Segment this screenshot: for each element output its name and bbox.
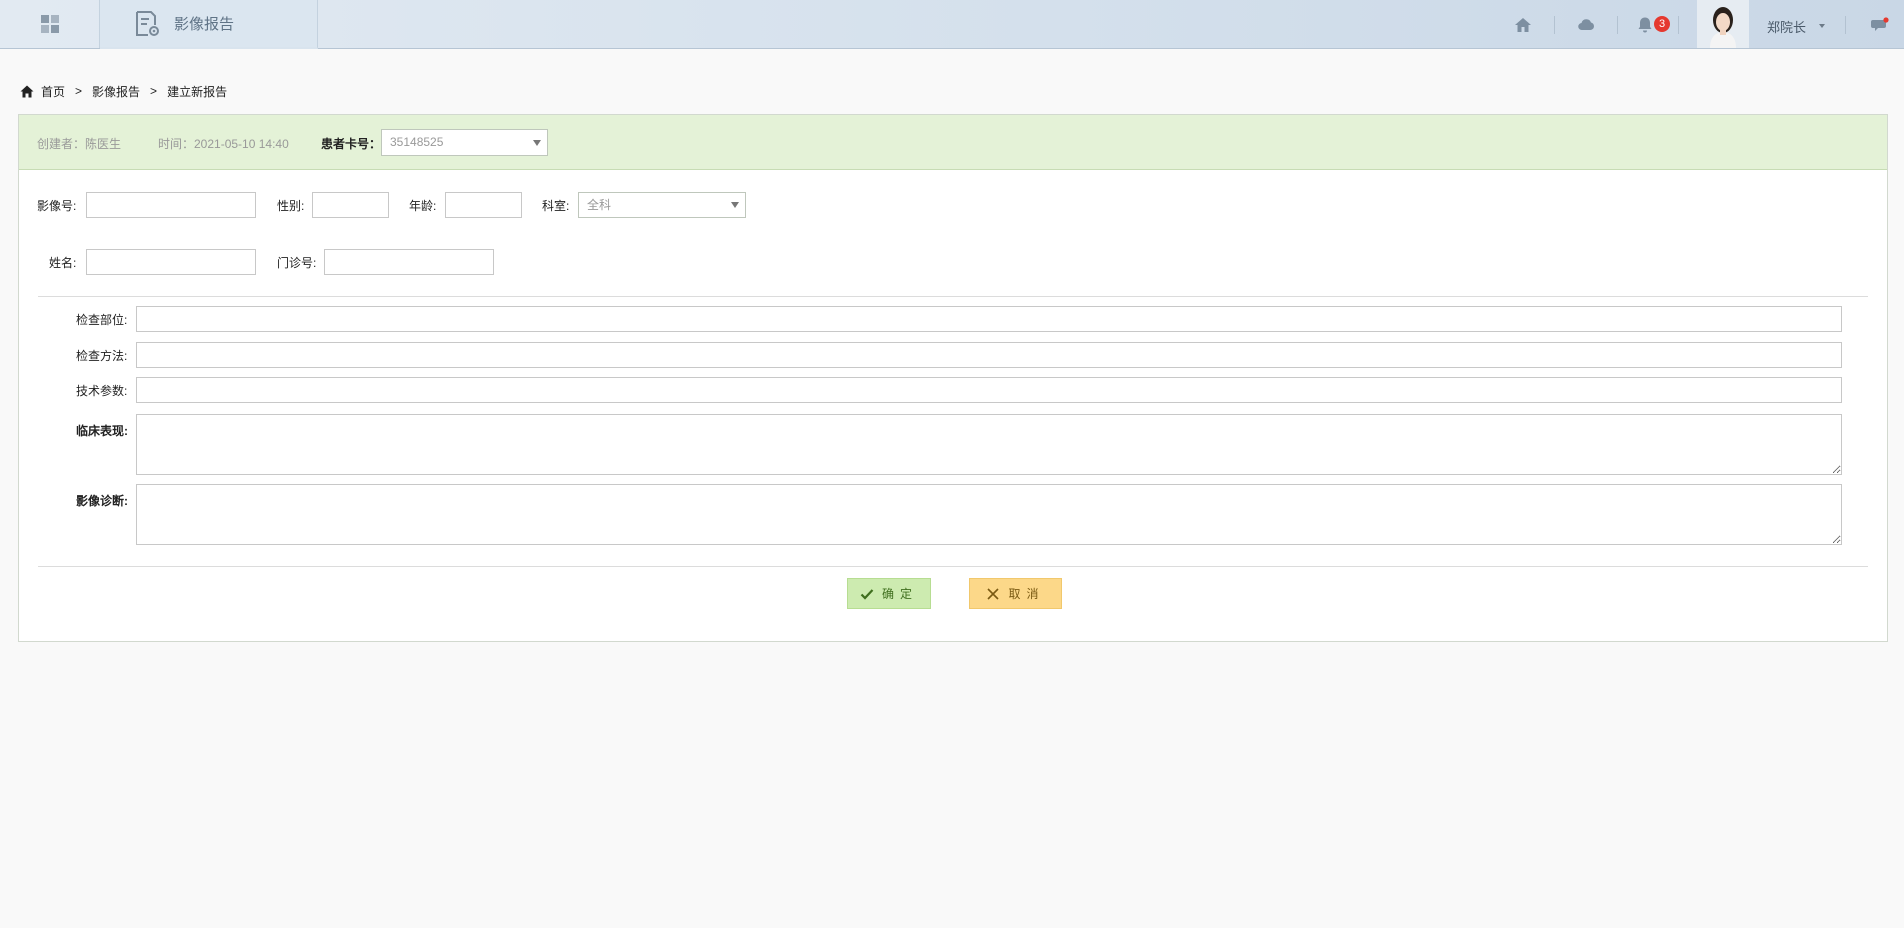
chevron-down-icon bbox=[533, 140, 541, 146]
gender-input[interactable] bbox=[312, 192, 389, 218]
department-value: 全科 bbox=[587, 198, 612, 212]
report-settings-icon bbox=[136, 10, 159, 36]
divider bbox=[38, 296, 1868, 297]
cloud-icon[interactable] bbox=[1575, 14, 1597, 36]
patient-card-label: 患者卡号： bbox=[321, 137, 382, 151]
image-diagnosis-textarea[interactable] bbox=[136, 484, 1842, 545]
breadcrumb: 首页 > 影像报告 > 建立新报告 bbox=[20, 83, 227, 99]
clinical-findings-textarea[interactable] bbox=[136, 414, 1842, 475]
confirm-button[interactable]: 确定 bbox=[847, 578, 931, 609]
avatar[interactable] bbox=[1697, 0, 1749, 48]
breadcrumb-separator: > bbox=[150, 84, 158, 98]
chevron-down-icon[interactable] bbox=[1819, 24, 1825, 28]
top-bar: 影像报告 3 郑院长 bbox=[0, 0, 1904, 49]
creator-text: 创建者：陈医生 bbox=[37, 137, 122, 151]
age-input[interactable] bbox=[445, 192, 522, 218]
patient-card-select[interactable]: 35148525 bbox=[381, 129, 548, 156]
gender-label: 性别: bbox=[277, 199, 305, 213]
exam-method-input[interactable] bbox=[136, 342, 1842, 368]
divider bbox=[38, 566, 1868, 567]
patient-card-value: 35148525 bbox=[390, 135, 444, 149]
bell-icon[interactable] bbox=[1634, 14, 1656, 36]
divider bbox=[1845, 16, 1846, 34]
home-icon bbox=[20, 85, 34, 97]
chat-icon[interactable] bbox=[1869, 14, 1891, 36]
divider bbox=[1554, 16, 1555, 34]
tech-params-input[interactable] bbox=[136, 377, 1842, 403]
user-name[interactable]: 郑院长 bbox=[1767, 17, 1806, 36]
clinic-no-label: 门诊号: bbox=[277, 256, 317, 270]
cancel-button-label: 取消 bbox=[1008, 587, 1045, 601]
tech-params-label: 技术参数: bbox=[76, 384, 128, 398]
report-meta-header: 创建者：陈医生 时间：2021-05-10 14:40 患者卡号： 351485… bbox=[19, 115, 1887, 170]
breadcrumb-home[interactable]: 首页 bbox=[41, 83, 65, 100]
image-no-input[interactable] bbox=[86, 192, 256, 218]
breadcrumb-current: 建立新报告 bbox=[167, 84, 228, 99]
patient-name-input[interactable] bbox=[86, 249, 256, 275]
clinic-no-input[interactable] bbox=[324, 249, 494, 275]
home-icon[interactable] bbox=[1512, 14, 1534, 36]
age-label: 年龄: bbox=[409, 199, 437, 213]
patient-name-label: 姓名: bbox=[49, 256, 77, 270]
report-form-panel: 创建者：陈医生 时间：2021-05-10 14:40 患者卡号： 351485… bbox=[18, 114, 1888, 642]
check-icon bbox=[860, 588, 874, 600]
divider bbox=[1678, 16, 1679, 34]
cancel-button[interactable]: 取消 bbox=[969, 578, 1062, 609]
module-tab-image-report[interactable]: 影像报告 bbox=[100, 0, 318, 49]
time-text: 时间：2021-05-10 14:40 bbox=[158, 137, 289, 151]
divider bbox=[1617, 16, 1618, 34]
image-no-label: 影像号: bbox=[37, 199, 77, 213]
apps-grid-icon bbox=[40, 15, 59, 33]
breadcrumb-separator: > bbox=[75, 84, 83, 98]
close-icon bbox=[987, 587, 1000, 600]
notification-badge: 3 bbox=[1654, 16, 1670, 32]
exam-method-label: 检查方法: bbox=[76, 349, 128, 363]
exam-site-input[interactable] bbox=[136, 306, 1842, 332]
clinical-findings-label: 临床表现: bbox=[76, 424, 128, 438]
image-diagnosis-label: 影像诊断: bbox=[76, 494, 128, 508]
exam-site-label: 检查部位: bbox=[76, 313, 128, 327]
department-select[interactable]: 全科 bbox=[578, 192, 746, 218]
breadcrumb-image-report[interactable]: 影像报告 bbox=[92, 83, 140, 100]
apps-grid-button[interactable] bbox=[0, 0, 100, 48]
department-label: 科室: bbox=[542, 199, 570, 213]
module-title: 影像报告 bbox=[174, 16, 235, 33]
confirm-button-label: 确定 bbox=[881, 587, 918, 601]
chevron-down-icon bbox=[731, 202, 739, 208]
